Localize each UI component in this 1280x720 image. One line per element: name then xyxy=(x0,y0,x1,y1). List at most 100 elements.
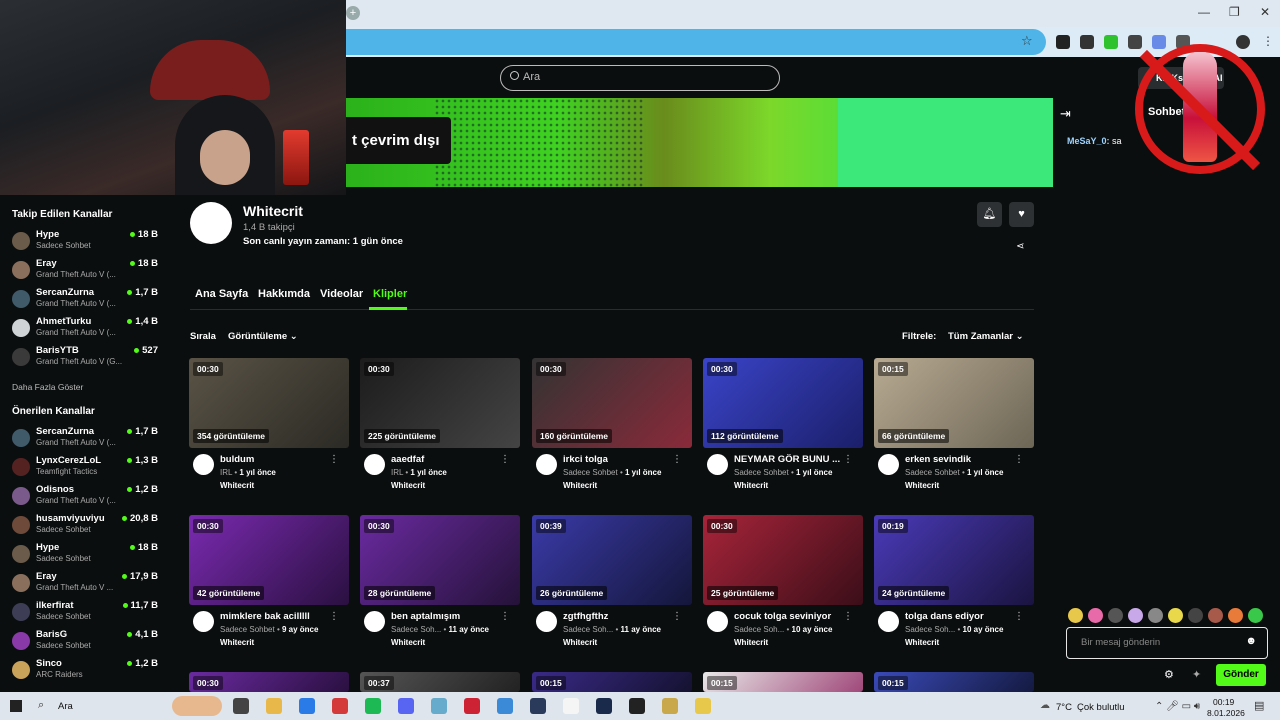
clip-card[interactable]: 00:19 24 görüntüleme tolga dans ediyor Sade… xyxy=(874,515,1034,665)
more-options-icon[interactable]: ⋮ xyxy=(500,454,510,465)
taskbar-app-icon[interactable] xyxy=(233,698,249,714)
extension-icon[interactable] xyxy=(1128,35,1142,49)
filter-dropdown[interactable]: Tüm Zamanlar ⌄ xyxy=(942,326,1030,347)
notification-bell-button[interactable]: 🔔︎ xyxy=(977,202,1002,227)
sort-dropdown[interactable]: Görüntüleme ⌄ xyxy=(222,326,304,347)
more-options-icon[interactable]: ⋮ xyxy=(843,454,853,465)
clip-title[interactable]: mimklere bak acilllll xyxy=(220,611,335,622)
clip-thumbnail[interactable]: 00:30 28 görüntüleme xyxy=(360,515,520,605)
clip-thumbnail[interactable]: 00:19 24 görüntüleme xyxy=(874,515,1034,605)
clip-channel-avatar[interactable] xyxy=(878,454,899,475)
clip-thumbnail[interactable]: 00:39 26 görüntüleme xyxy=(532,515,692,605)
clip-card[interactable]: 00:30 112 görüntüleme NEYMAR GÖR BUNU ... S… xyxy=(703,358,863,508)
profile-icon[interactable] xyxy=(1236,35,1250,49)
clip-title[interactable]: zgtfhgfthz xyxy=(563,611,678,622)
channel-avatar[interactable] xyxy=(190,202,232,244)
address-bar[interactable] xyxy=(346,29,1046,55)
close-window-button[interactable]: ✕ xyxy=(1260,5,1270,19)
clip-author[interactable]: Whitecrit xyxy=(734,638,768,647)
taskbar-search-icon[interactable]: ⌕ xyxy=(38,699,44,712)
clip-thumbnail[interactable]: 00:15 xyxy=(874,672,1034,692)
clip-category[interactable]: IRL xyxy=(391,468,403,477)
clip-channel-avatar[interactable] xyxy=(193,611,214,632)
taskbar-app-icon[interactable] xyxy=(629,698,645,714)
clip-card[interactable]: 00:15 xyxy=(703,672,863,692)
clip-author[interactable]: Whitecrit xyxy=(563,481,597,490)
sidebar-channel[interactable]: ilkerfirat Sadece Sohbet 11,7 B xyxy=(0,599,170,628)
taskbar-app-icon[interactable] xyxy=(266,698,282,714)
clip-channel-avatar[interactable] xyxy=(193,454,214,475)
clip-channel-avatar[interactable] xyxy=(536,611,557,632)
share-icon[interactable]: ⋖ xyxy=(1016,241,1024,252)
more-options-icon[interactable]: ⋮ xyxy=(672,611,682,622)
taskbar-app-icon[interactable] xyxy=(530,698,546,714)
tab-clips[interactable]: Klipler xyxy=(373,288,407,300)
emote-icon[interactable] xyxy=(1208,608,1223,623)
settings-gear-icon[interactable]: ⚙ xyxy=(1164,668,1174,681)
clip-category[interactable]: Sadece Soh... xyxy=(905,625,955,634)
clip-thumbnail[interactable]: 00:15 xyxy=(532,672,692,692)
clip-category[interactable]: Sadece Sohbet xyxy=(563,468,618,477)
browser-menu-icon[interactable]: ⋮ xyxy=(1262,34,1274,48)
clip-author[interactable]: Whitecrit xyxy=(734,481,768,490)
taskbar-app-icon[interactable] xyxy=(332,698,348,714)
clip-card[interactable]: 00:37 xyxy=(360,672,520,692)
clip-author[interactable]: Whitecrit xyxy=(563,638,597,647)
more-options-icon[interactable]: ⋮ xyxy=(843,611,853,622)
emote-icon[interactable] xyxy=(1188,608,1203,623)
extension-icon[interactable] xyxy=(1104,35,1118,49)
taskbar-app-icon[interactable] xyxy=(398,698,414,714)
clip-title[interactable]: cocuk tolga seviniyor xyxy=(734,611,849,622)
clip-thumbnail[interactable]: 00:30 42 görüntüleme xyxy=(189,515,349,605)
maximize-button[interactable]: ❐ xyxy=(1229,5,1240,19)
taskbar-app-icon[interactable] xyxy=(365,698,381,714)
clip-card[interactable]: 00:30 25 görüntüleme cocuk tolga seviniyor… xyxy=(703,515,863,665)
emoji-icon[interactable]: ☻ xyxy=(1245,635,1257,647)
clip-card[interactable]: 00:30 xyxy=(189,672,349,692)
sidebar-channel[interactable]: BarisYTB Grand Theft Auto V (G... 527 xyxy=(0,344,170,373)
clip-channel-avatar[interactable] xyxy=(536,454,557,475)
clip-title[interactable]: erken sevindik xyxy=(905,454,1020,465)
sidebar-channel[interactable]: Hype Sadece Sohbet 18 B xyxy=(0,541,170,570)
taskbar-app-icon[interactable] xyxy=(563,698,579,714)
clip-category[interactable]: Sadece Soh... xyxy=(563,625,613,634)
tab-home[interactable]: Ana Sayfa xyxy=(195,288,248,300)
clip-title[interactable]: tolga dans ediyor xyxy=(905,611,1020,622)
more-options-icon[interactable]: ⋮ xyxy=(500,611,510,622)
clip-card[interactable]: 00:15 xyxy=(874,672,1034,692)
sidebar-channel[interactable]: Eray Grand Theft Auto V (... 18 B xyxy=(0,257,170,286)
sidebar-channel[interactable]: Sinco ARC Raiders 1,2 B xyxy=(0,657,170,686)
sidebar-channel[interactable]: LynxCerezLoL Teamfight Tactics 1,3 B xyxy=(0,454,170,483)
weather-temp[interactable]: 7°C xyxy=(1056,702,1072,713)
clip-author[interactable]: Whitecrit xyxy=(905,638,939,647)
clip-card[interactable]: 00:30 225 görüntüleme aaedfaf IRL • 1 yıl ö… xyxy=(360,358,520,508)
new-tab-button[interactable]: + xyxy=(346,6,360,20)
clip-channel-avatar[interactable] xyxy=(878,611,899,632)
clip-card[interactable]: 00:30 354 görüntüleme buldum IRL • 1 yıl ön… xyxy=(189,358,349,508)
bookmark-star-icon[interactable]: ☆ xyxy=(1021,33,1033,49)
clip-category[interactable]: Sadece Soh... xyxy=(391,625,441,634)
clip-category[interactable]: Sadece Sohbet xyxy=(905,468,960,477)
search-input[interactable]: Ara xyxy=(500,65,780,91)
taskbar-app-icon[interactable] xyxy=(596,698,612,714)
taskbar-app-icon[interactable] xyxy=(299,698,315,714)
emote-icon[interactable] xyxy=(1148,608,1163,623)
chat-reward-icon[interactable]: ✦ xyxy=(1192,668,1201,681)
taskbar-date[interactable]: 8.01.2026 xyxy=(1207,708,1245,718)
extension-icon[interactable] xyxy=(1056,35,1070,49)
clip-author[interactable]: Whitecrit xyxy=(391,481,425,490)
clip-card[interactable]: 00:30 160 görüntüleme irkci tolga Sadece So… xyxy=(532,358,692,508)
clip-title[interactable]: NEYMAR GÖR BUNU ... xyxy=(734,454,849,465)
show-more-link[interactable]: Daha Fazla Göster xyxy=(12,382,83,392)
taskbar-app-icon[interactable] xyxy=(497,698,513,714)
clip-channel-avatar[interactable] xyxy=(364,454,385,475)
clip-card[interactable]: 00:15 66 görüntüleme erken sevindik Sadece … xyxy=(874,358,1034,508)
clip-title[interactable]: buldum xyxy=(220,454,335,465)
notification-icon[interactable]: ▤ xyxy=(1254,699,1264,712)
more-options-icon[interactable]: ⋮ xyxy=(672,454,682,465)
follow-button[interactable]: ♥ xyxy=(1009,202,1034,227)
sidebar-channel[interactable]: husamviyuviyu Sadece Sohbet 20,8 B xyxy=(0,512,170,541)
taskbar-app-icon[interactable] xyxy=(464,698,480,714)
extension-icon[interactable] xyxy=(1152,35,1166,49)
more-options-icon[interactable]: ⋮ xyxy=(329,454,339,465)
